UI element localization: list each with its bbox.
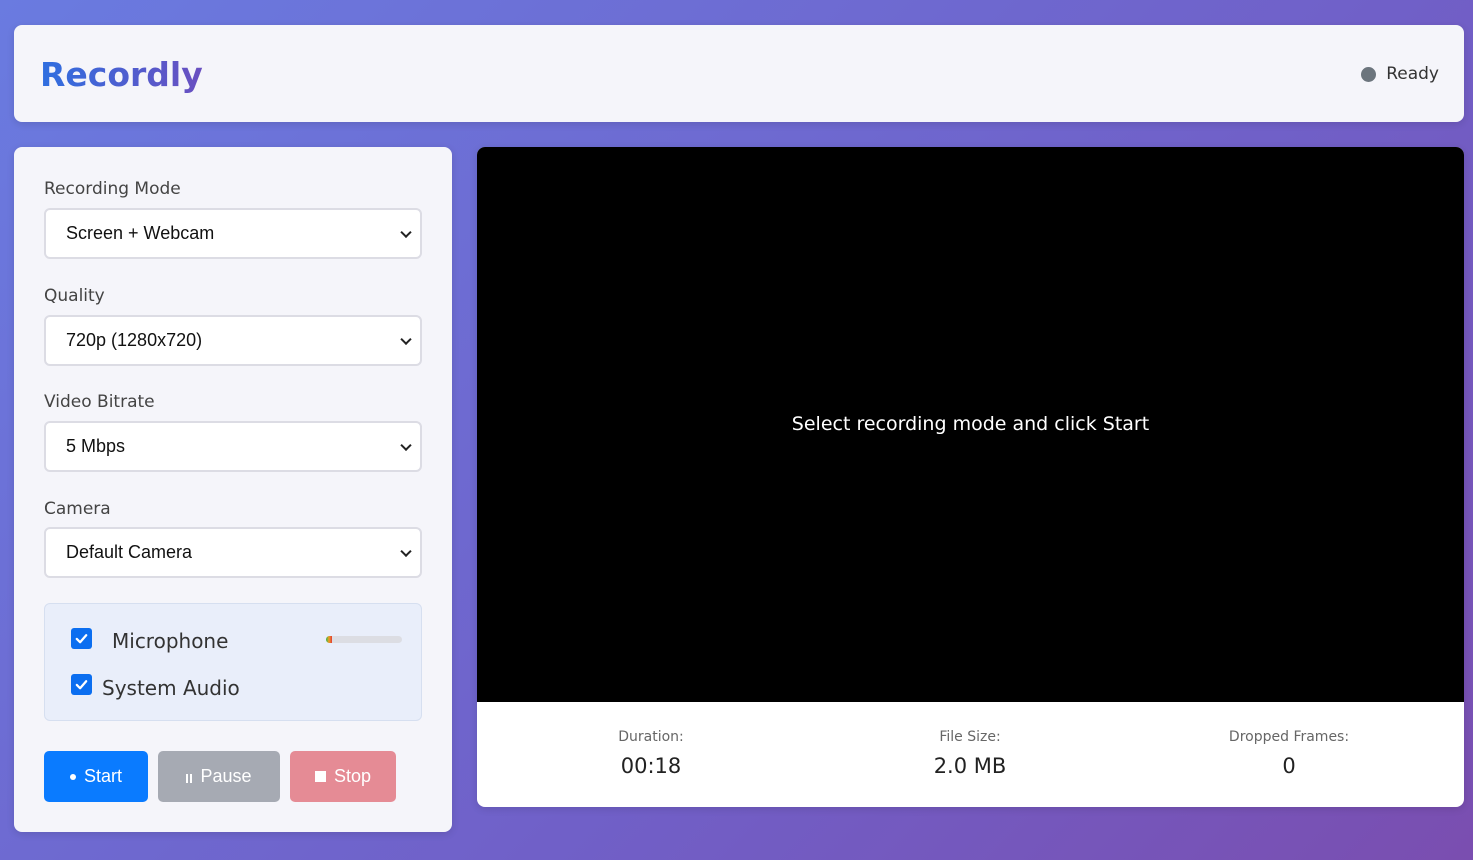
bitrate-label: Video Bitrate bbox=[44, 392, 155, 412]
bitrate-select[interactable]: 5 Mbps bbox=[44, 421, 422, 472]
system-audio-label: System Audio bbox=[102, 676, 240, 700]
recording-mode-label: Recording Mode bbox=[44, 179, 181, 199]
microphone-checkbox[interactable] bbox=[71, 628, 92, 649]
quality-label: Quality bbox=[44, 286, 105, 306]
record-dot-icon bbox=[69, 773, 76, 780]
duration-label: Duration: bbox=[618, 729, 684, 745]
checkmark-icon bbox=[75, 680, 88, 690]
start-button[interactable]: Start bbox=[44, 751, 148, 802]
camera-select[interactable]: Default Camera bbox=[44, 527, 422, 578]
chevron-down-icon bbox=[400, 333, 412, 345]
settings-panel: Recording Mode Screen + Webcam Quality 7… bbox=[14, 147, 452, 832]
status-indicator: Ready bbox=[1361, 64, 1439, 84]
camera-label: Camera bbox=[44, 499, 111, 519]
preview-message: Select recording mode and click Start bbox=[791, 413, 1150, 435]
stop-button[interactable]: Stop bbox=[290, 751, 396, 802]
microphone-level-meter bbox=[326, 636, 402, 643]
file-size-value: 2.0 MB bbox=[933, 754, 1007, 778]
pause-button-label: Pause bbox=[200, 766, 252, 786]
preview-panel: Select recording mode and click Start Du… bbox=[477, 147, 1464, 807]
pause-icon bbox=[186, 774, 193, 783]
file-size-stat: File Size: 2.0 MB bbox=[820, 729, 1120, 778]
chevron-down-icon bbox=[400, 226, 412, 238]
app-header: Recordly Ready bbox=[14, 25, 1464, 122]
recording-mode-select[interactable]: Screen + Webcam bbox=[44, 208, 422, 259]
pause-button[interactable]: Pause bbox=[158, 751, 280, 802]
video-preview: Select recording mode and click Start bbox=[477, 147, 1464, 702]
checkmark-icon bbox=[75, 634, 88, 644]
stop-square-icon bbox=[314, 771, 326, 782]
quality-value: 720p (1280x720) bbox=[66, 330, 203, 350]
duration-value: 00:18 bbox=[620, 754, 682, 778]
bitrate-value: 5 Mbps bbox=[66, 436, 126, 456]
system-audio-checkbox[interactable] bbox=[71, 674, 92, 695]
microphone-label: Microphone bbox=[112, 629, 229, 653]
chevron-down-icon bbox=[400, 439, 412, 451]
status-dot-icon bbox=[1361, 66, 1377, 82]
recording-mode-value: Screen + Webcam bbox=[66, 223, 215, 243]
dropped-frames-value: 0 bbox=[1282, 754, 1296, 778]
app-logo: Recordly bbox=[40, 55, 203, 94]
start-button-label: Start bbox=[83, 766, 122, 786]
file-size-label: File Size: bbox=[939, 729, 1001, 745]
audio-options: Microphone System Audio bbox=[44, 603, 422, 721]
camera-value: Default Camera bbox=[66, 542, 193, 562]
status-text: Ready bbox=[1386, 64, 1439, 84]
dropped-frames-stat: Dropped Frames: 0 bbox=[1139, 729, 1439, 778]
duration-stat: Duration: 00:18 bbox=[501, 729, 801, 778]
quality-select[interactable]: 720p (1280x720) bbox=[44, 315, 422, 366]
stop-button-label: Stop bbox=[333, 766, 372, 786]
dropped-frames-label: Dropped Frames: bbox=[1228, 729, 1350, 745]
microphone-level-fill bbox=[326, 636, 333, 643]
chevron-down-icon bbox=[400, 545, 412, 557]
